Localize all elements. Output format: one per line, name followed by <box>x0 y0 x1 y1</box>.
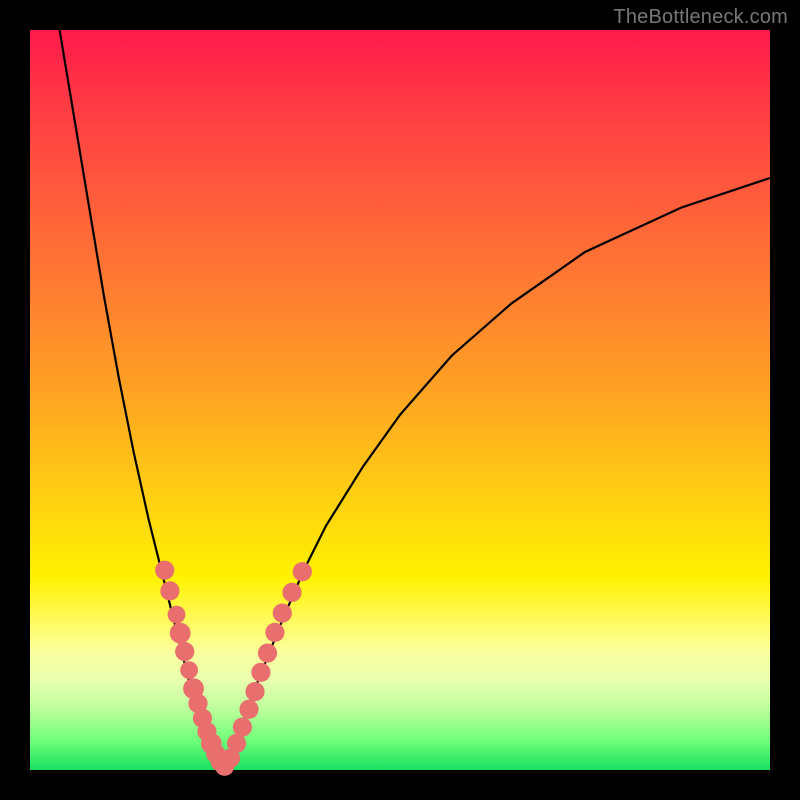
data-dot <box>233 718 252 737</box>
data-dot <box>265 623 284 642</box>
data-dot <box>239 700 258 719</box>
data-dot <box>180 661 198 679</box>
data-dot <box>175 642 194 661</box>
data-dot <box>282 583 301 602</box>
data-dot <box>155 561 174 580</box>
chart-svg <box>30 30 770 770</box>
data-dot <box>251 663 270 682</box>
chart-dots <box>155 561 312 776</box>
data-dot <box>168 606 186 624</box>
curve-left <box>60 30 223 770</box>
data-dot <box>170 623 191 644</box>
chart-plot-area <box>30 30 770 770</box>
data-dot <box>258 644 277 663</box>
data-dot <box>160 581 179 600</box>
watermark-text: TheBottleneck.com <box>613 6 788 29</box>
data-dot <box>227 734 246 753</box>
data-dot <box>293 562 312 581</box>
data-dot <box>245 682 264 701</box>
data-dot <box>273 604 292 623</box>
curve-right <box>222 178 770 770</box>
chart-frame: TheBottleneck.com <box>0 0 800 800</box>
